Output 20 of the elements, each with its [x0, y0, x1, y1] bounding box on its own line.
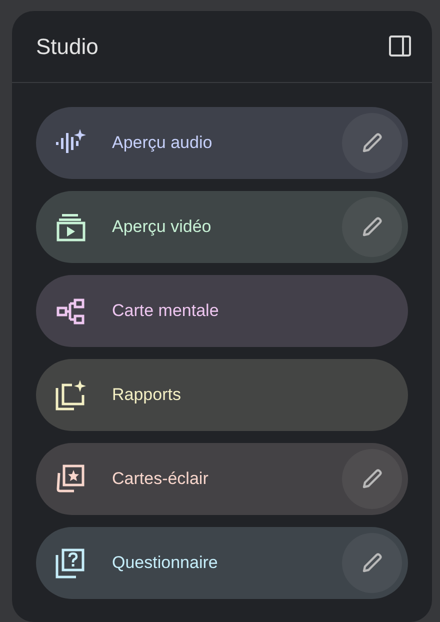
video-stack-icon [54, 211, 88, 243]
edit-button[interactable] [342, 449, 402, 509]
studio-tool-button[interactable]: Rapports [36, 359, 408, 431]
tool-label: Aperçu vidéo [112, 216, 212, 238]
tool-label: Cartes-éclair [112, 468, 210, 490]
edit-button[interactable] [342, 533, 402, 593]
tool-label: Rapports [112, 384, 182, 406]
panel-title: Studio [36, 33, 98, 61]
tool-label: Carte mentale [112, 300, 220, 322]
side-panel-icon [388, 34, 412, 58]
edit-button[interactable] [342, 197, 402, 257]
tool-label: Aperçu audio [112, 132, 214, 154]
studio-tool-button[interactable]: Questionnaire [36, 527, 408, 599]
document-sparkle-icon [54, 379, 88, 411]
studio-tool-button[interactable]: Aperçu audio [36, 107, 408, 179]
edit-button[interactable] [342, 113, 402, 173]
tool-label: Questionnaire [112, 552, 219, 574]
studio-tool-button[interactable]: Cartes-éclair [36, 443, 408, 515]
studio-tool-button[interactable]: Aperçu vidéo [36, 191, 408, 263]
studio-tool-button[interactable]: Carte mentale [36, 275, 408, 347]
